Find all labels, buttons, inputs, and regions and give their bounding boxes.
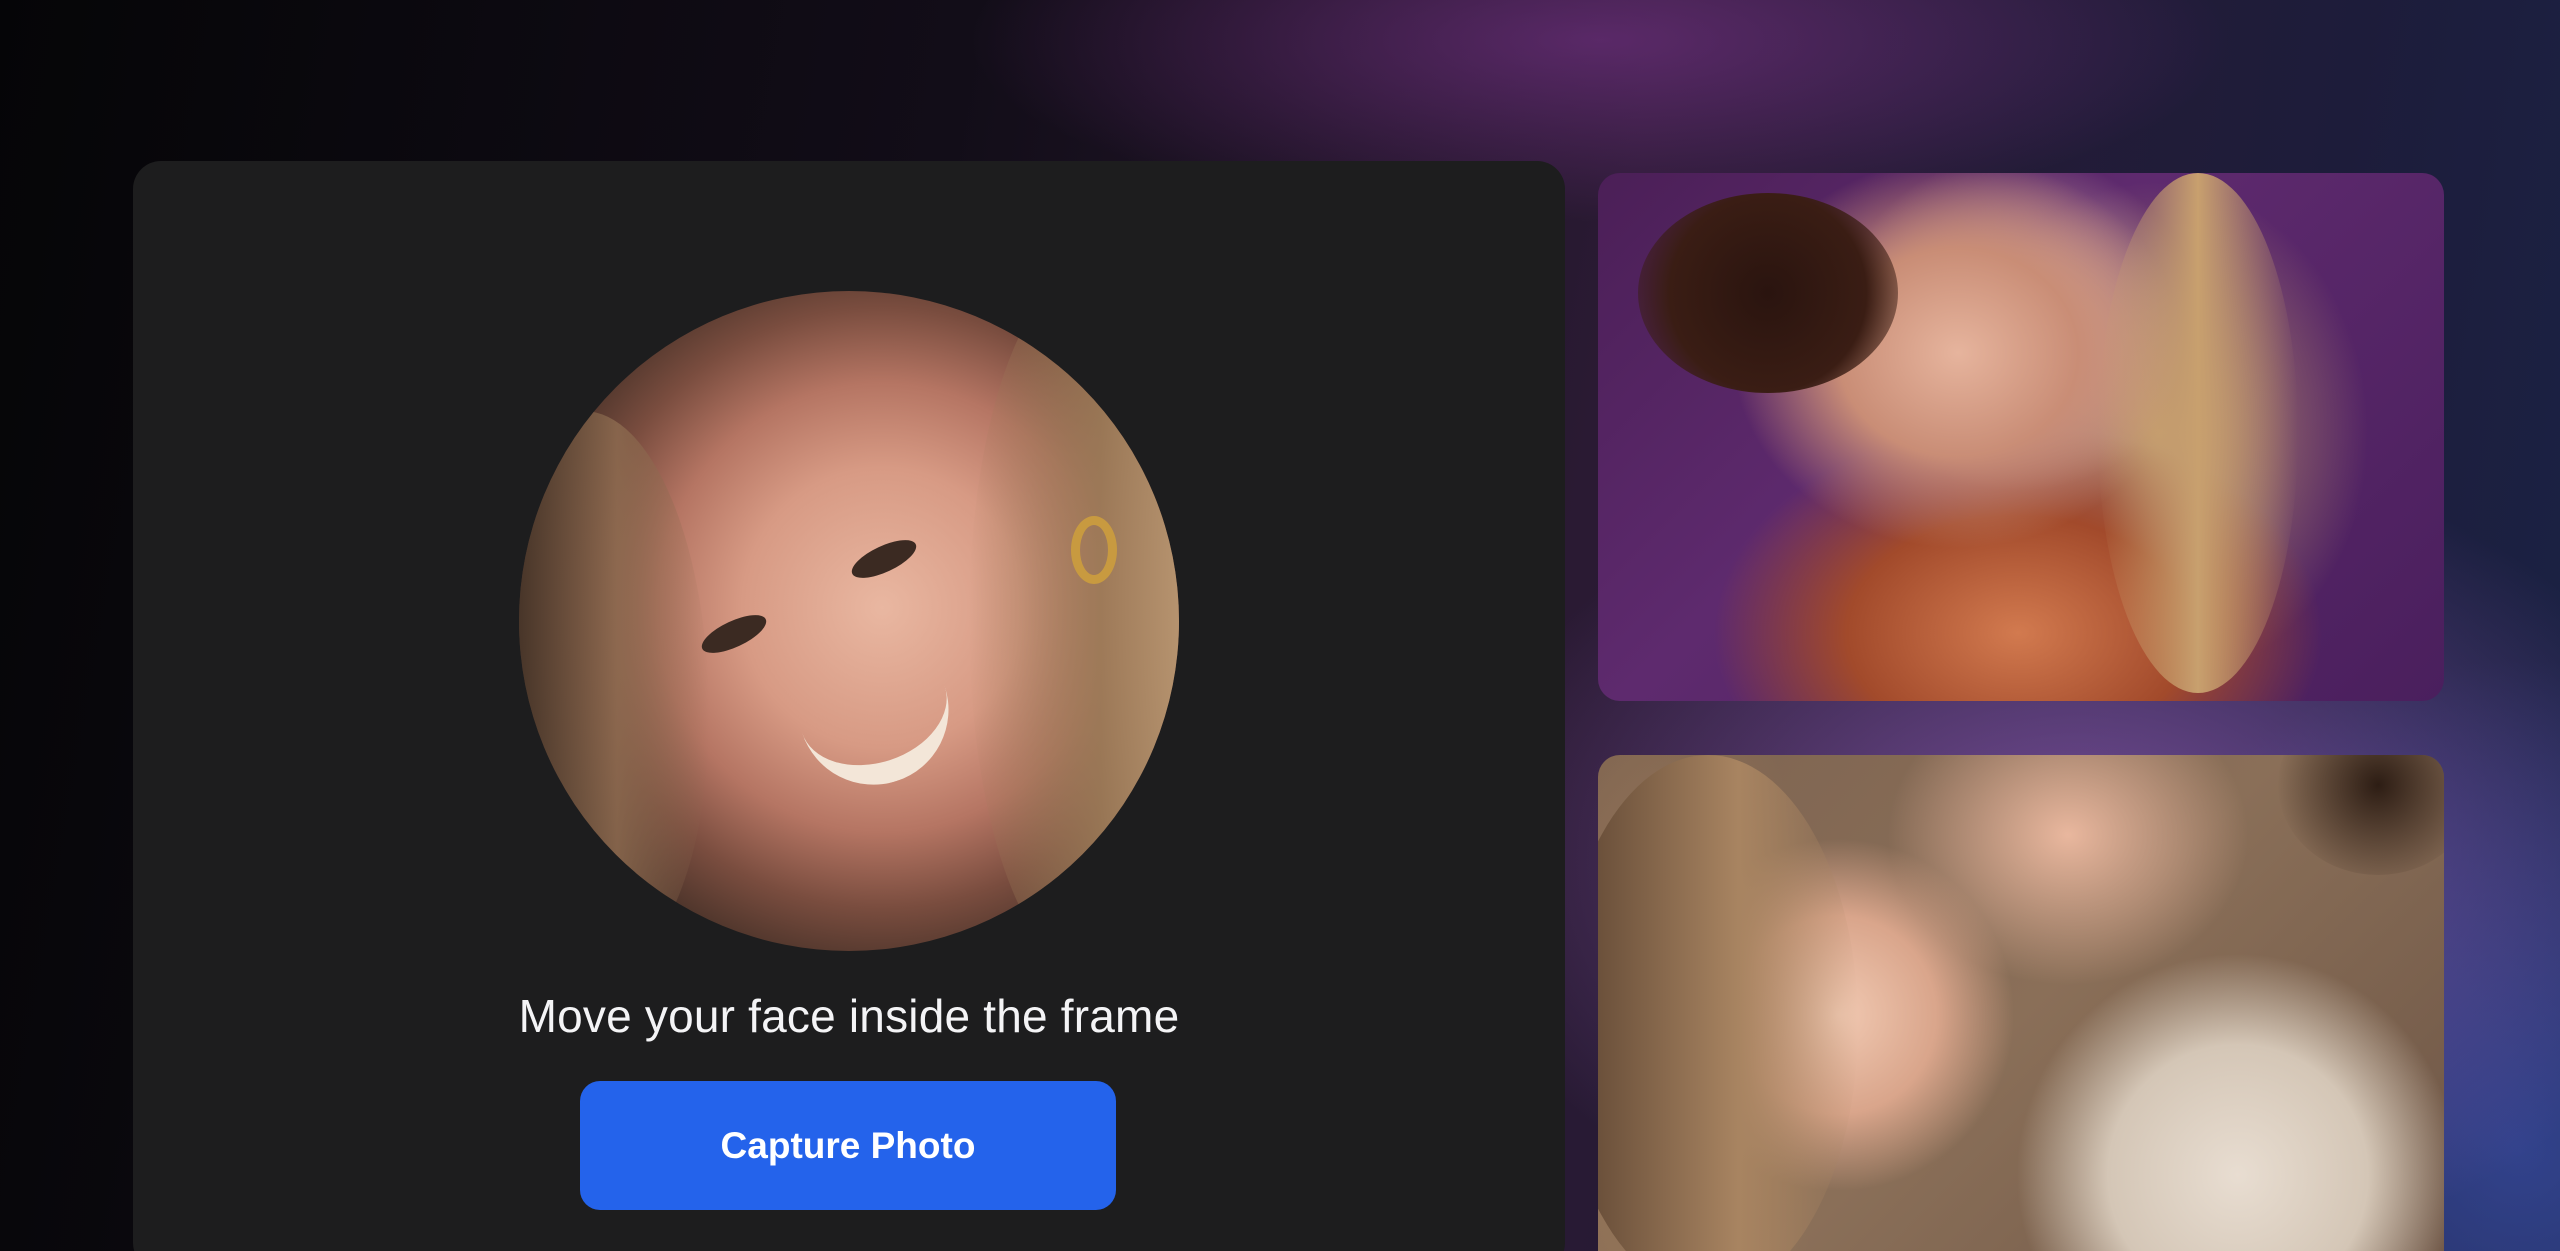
face-preview-earring (1071, 516, 1117, 584)
sample-photo-top (1598, 173, 2444, 701)
face-preview-eye-right (846, 532, 922, 586)
face-preview-hair-right (969, 291, 1179, 951)
face-preview (519, 291, 1179, 951)
face-preview-hair-left (519, 411, 709, 951)
capture-photo-button[interactable]: Capture Photo (580, 1081, 1116, 1210)
face-prompt-text: Move your face inside the frame (518, 990, 1180, 1042)
sample-photo-bottom (1598, 755, 2444, 1251)
face-preview-smile (800, 679, 968, 805)
sample-photo-top-hair (1638, 193, 1898, 393)
camera-panel: Move your face inside the frame Capture … (133, 161, 1565, 1251)
sample-photo-bottom-hair-dark (2278, 755, 2444, 875)
sample-photo-bottom-hair (1598, 755, 1858, 1251)
app-window: Move your face inside the frame Capture … (0, 0, 2560, 1251)
face-preview-eye-left (696, 607, 772, 661)
sample-photo-top-hair-long (2098, 173, 2298, 693)
